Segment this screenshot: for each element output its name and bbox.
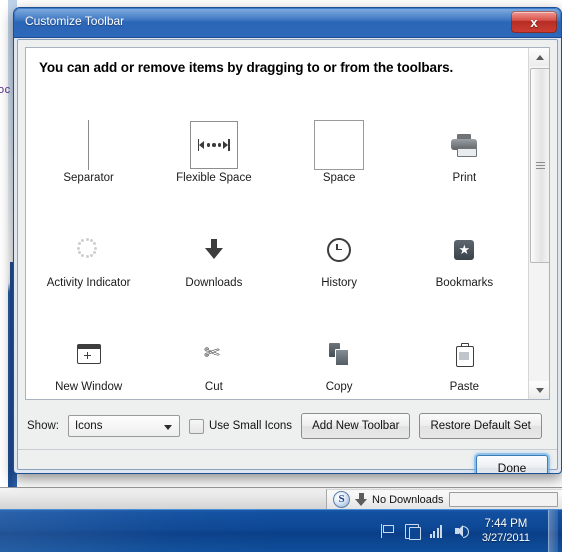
item-label: Flexible Space: [176, 172, 252, 185]
toolbar-item-print[interactable]: Print: [402, 86, 527, 190]
show-label: Show:: [27, 420, 59, 432]
show-mode-dropdown[interactable]: Icons: [67, 415, 180, 437]
checkbox-box: [188, 418, 204, 434]
taskbar-clock[interactable]: 7:44 PM 3/27/2011: [479, 517, 537, 545]
clock-time: 7:44 PM: [484, 518, 528, 530]
toolbar-item-cut[interactable]: ✄ Cut: [151, 295, 276, 399]
items-scrollbar[interactable]: [528, 48, 549, 399]
item-label: Paste: [449, 381, 480, 393]
safari-logo-icon: S: [333, 491, 350, 508]
done-button[interactable]: Done: [476, 455, 548, 473]
flexible-space-icon: [189, 120, 238, 170]
scrollbar-grip-icon: [536, 161, 545, 170]
background-link-text[interactable]: oc: [0, 84, 11, 96]
scroll-down-button[interactable]: [529, 381, 549, 399]
toolbar-item-space[interactable]: Space: [277, 86, 402, 190]
toolbar-item-new-window[interactable]: New Window: [26, 295, 151, 399]
dialog-body: You can add or remove items by dragging …: [17, 39, 558, 473]
toolbar-items-grid: Separator Flexible Space Space Print Act…: [26, 86, 527, 399]
use-small-icons-checkbox[interactable]: Use Small Icons: [188, 418, 293, 434]
flag-icon[interactable]: [379, 523, 395, 539]
toolbar-item-flexible-space[interactable]: Flexible Space: [151, 86, 276, 190]
dialog-title: Customize Toolbar: [25, 14, 125, 28]
taskbar-sheen: [0, 510, 280, 552]
windows-taskbar: 7:44 PM 3/27/2011: [0, 509, 562, 552]
system-tray: 7:44 PM 3/27/2011: [379, 510, 562, 552]
item-label: Downloads: [185, 276, 243, 289]
new-window-icon: [76, 329, 101, 379]
add-new-toolbar-button[interactable]: Add New Toolbar: [301, 413, 411, 439]
chevron-down-icon: [535, 387, 544, 393]
chevron-down-icon: [163, 425, 172, 430]
toolbar-item-bookmarks[interactable]: ★ Bookmarks: [402, 190, 527, 294]
customize-toolbar-dialog: Customize Toolbar x You can add or remov…: [13, 7, 562, 474]
desktop-root: oc S No Downloads 7:44 PM 3/27/2011 Cust…: [0, 0, 562, 552]
clock-date: 3/27/2011: [481, 532, 530, 544]
scrollbar-thumb[interactable]: [530, 68, 549, 263]
close-icon: x: [530, 14, 538, 30]
spinner-icon: [77, 225, 100, 275]
toolbar-items-panel: You can add or remove items by dragging …: [25, 47, 550, 400]
item-label: Copy: [325, 381, 353, 393]
toolbar-item-separator[interactable]: Separator: [26, 86, 151, 190]
toolbar-item-paste[interactable]: Paste: [402, 295, 527, 399]
download-arrow-icon: [355, 492, 367, 507]
item-label: New Window: [55, 381, 123, 393]
downloads-status-bar: S No Downloads: [326, 489, 562, 509]
scissors-icon: ✄: [203, 343, 220, 364]
item-label: History: [321, 276, 358, 289]
action-center-icon[interactable]: [404, 523, 421, 540]
clipboard-icon: [456, 329, 475, 379]
instruction-text: You can add or remove items by dragging …: [39, 60, 454, 75]
downloads-status-text: No Downloads: [372, 493, 444, 506]
downloads-progress-field: [448, 492, 558, 507]
safari-logo-letter: S: [338, 493, 345, 505]
dialog-title-bar[interactable]: Customize Toolbar x: [14, 8, 561, 38]
scroll-up-button[interactable]: [529, 48, 549, 66]
item-label: Activity Indicator: [46, 276, 131, 289]
copy-pages-icon: [329, 329, 350, 379]
item-label: Print: [452, 172, 477, 185]
done-button-wrapper: Done: [476, 455, 548, 473]
separator-icon: [88, 120, 90, 171]
item-label: Cut: [204, 381, 223, 393]
restore-default-set-button[interactable]: Restore Default Set: [419, 413, 542, 439]
download-arrow-icon: [204, 225, 223, 275]
toolbar-item-activity-indicator[interactable]: Activity Indicator: [26, 190, 151, 294]
toolbar-item-downloads[interactable]: Downloads: [151, 190, 276, 294]
item-label: Bookmarks: [435, 276, 494, 289]
printer-icon: [451, 120, 478, 170]
space-icon: [314, 120, 365, 171]
dialog-controls-row: Show: Icons Use Small Icons Add New Tool…: [27, 411, 557, 441]
controls-divider: [18, 449, 557, 450]
network-signal-icon[interactable]: [429, 523, 445, 539]
use-small-icons-label: Use Small Icons: [208, 420, 293, 432]
chevron-up-icon: [535, 54, 544, 60]
show-desktop-button[interactable]: [548, 510, 558, 552]
close-button[interactable]: x: [511, 11, 557, 33]
toolbar-item-history[interactable]: History: [277, 190, 402, 294]
item-label: Space: [322, 172, 356, 185]
volume-icon[interactable]: [454, 523, 470, 539]
star-icon: ★: [454, 225, 475, 275]
show-mode-value: Icons: [74, 420, 103, 432]
clock-icon: [327, 225, 352, 275]
toolbar-item-copy[interactable]: Copy: [277, 295, 402, 399]
item-label: Separator: [63, 172, 114, 185]
